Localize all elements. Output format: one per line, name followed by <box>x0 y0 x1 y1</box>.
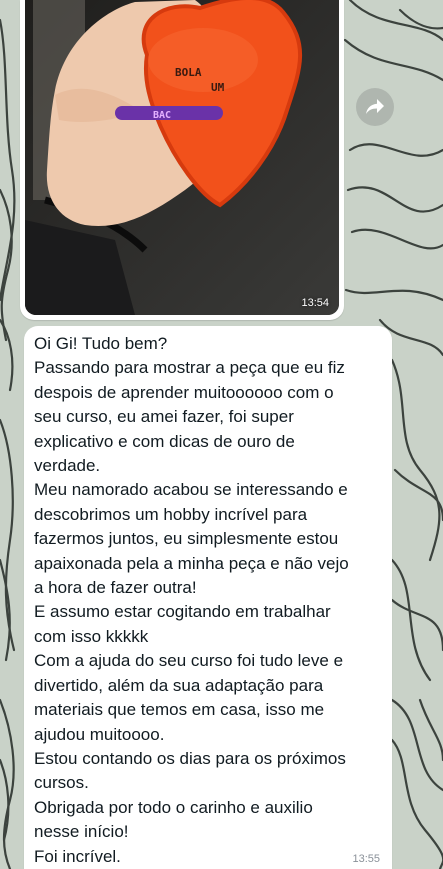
message-line: verdade. <box>34 456 101 476</box>
message-line: Com a ajuda do seu curso foi tudo leve e <box>34 651 344 671</box>
dish-text-line-3: BAC <box>153 110 171 121</box>
message-line: Obrigada por todo o carinho e auxilio <box>34 797 313 817</box>
message-line: nesse início! <box>34 822 129 842</box>
message-line: Meu namorado acabou se interessando e <box>34 480 348 500</box>
message-line: ajudou muitoooo. <box>34 724 165 744</box>
message-line: a hora de fazer outra! <box>34 578 197 598</box>
message-line: Foi incrível. <box>34 846 121 866</box>
message-photo[interactable]: BOLA UM BAC 13:54 <box>25 0 339 315</box>
message-line: E assumo estar cogitando em trabalhar <box>34 602 331 622</box>
message-line: Estou contando os dias para os próximos <box>34 748 346 768</box>
text-message-time: 13:55 <box>352 853 380 865</box>
message-line: com isso kkkkk <box>34 626 149 646</box>
dish-text-line-2: UM <box>211 81 225 94</box>
message-line: materiais que temos em casa, isso me <box>34 700 325 720</box>
message-line: fazermos juntos, eu simplesmente estou <box>34 529 339 549</box>
message-line: cursos. <box>34 773 89 793</box>
photo-message-time: 13:54 <box>301 297 329 309</box>
message-line: explicativo e com dicas de ouro de <box>34 431 295 451</box>
text-message-bubble[interactable]: Oi Gi! Tudo bem? Passando para mostrar a… <box>24 326 392 869</box>
message-line: divertido, além da sua adaptação para <box>34 675 324 695</box>
message-line: despois de aprender muitoooooo com o <box>34 382 334 402</box>
message-line: seu curso, eu amei fazer, foi super <box>34 407 294 427</box>
dish-text-line-1: BOLA <box>175 66 202 79</box>
forward-button[interactable] <box>356 88 394 126</box>
photo-message-bubble[interactable]: BOLA UM BAC 13:54 <box>20 0 344 320</box>
forward-arrow-icon <box>366 99 384 114</box>
message-line: apaixonada pela a minha peça e não vejo <box>34 553 349 573</box>
message-line: Passando para mostrar a peça que eu fiz <box>34 358 345 378</box>
message-line: descobrimos um hobby incrível para <box>34 504 308 524</box>
message-line: Oi Gi! Tudo bem? <box>34 334 168 353</box>
